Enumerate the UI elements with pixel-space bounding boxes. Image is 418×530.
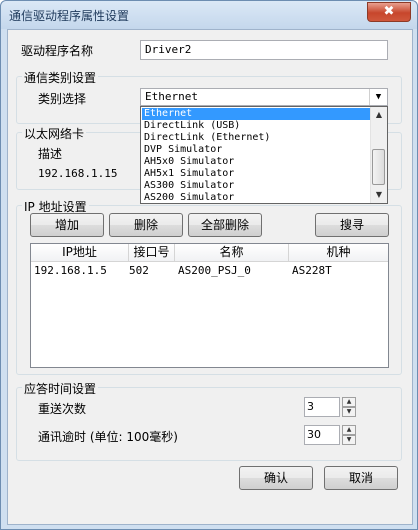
column-header-model[interactable]: 机种	[289, 244, 388, 261]
timeout-increment-button[interactable]: ▲	[342, 425, 356, 435]
chevron-down-icon: ▼	[346, 408, 352, 415]
list-header: IP地址 接口号 名称 机种	[31, 244, 388, 262]
ethernet-ip-text: 192.168.1.15	[38, 167, 118, 180]
search-button[interactable]: 搜寻	[315, 213, 389, 237]
column-header-ip[interactable]: IP地址	[31, 244, 129, 261]
close-icon: ✖	[383, 4, 395, 19]
ethernet-desc-label: 描述	[38, 147, 63, 161]
dropdown-option[interactable]: Ethernet	[142, 108, 373, 120]
comm-type-group-label: 通信类别设置	[22, 69, 99, 86]
scroll-up-button[interactable]: ▲	[371, 107, 387, 123]
title-bar[interactable]: 通信驱动程序属性设置 ✖	[1, 1, 417, 29]
dropdown-option[interactable]: DVP Simulator	[142, 144, 373, 156]
comm-type-selected-value: Ethernet	[145, 90, 198, 103]
table-row[interactable]: 192.168.1.5 502 AS200_PSJ_0 AS228T	[31, 263, 388, 280]
add-button[interactable]: 增加	[30, 213, 104, 237]
dropdown-option[interactable]: DirectLink (Ethernet)	[142, 132, 373, 144]
column-header-name[interactable]: 名称	[175, 244, 289, 261]
retry-increment-button[interactable]: ▲	[342, 397, 356, 407]
ok-button[interactable]: 确认	[239, 466, 313, 490]
delete-button[interactable]: 删除	[109, 213, 183, 237]
window-title: 通信驱动程序属性设置	[9, 9, 130, 23]
table-cell-ip: 192.168.1.5	[34, 264, 107, 277]
chevron-up-icon: ▲	[346, 398, 352, 405]
retry-decrement-button[interactable]: ▼	[342, 407, 356, 417]
timeout-stepper[interactable]: 30 ▲ ▼	[304, 425, 358, 445]
dropdown-option[interactable]: AH5x0 Simulator	[142, 156, 373, 168]
driver-name-label: 驱动程序名称	[21, 44, 94, 58]
ethernet-card-group-label: 以太网络卡	[22, 125, 87, 142]
scrollbar-thumb[interactable]	[372, 149, 385, 185]
dialog-window: 通信驱动程序属性设置 ✖ 驱动程序名称 Driver2 通信类别设置 类别选择 …	[0, 0, 418, 530]
dropdown-option[interactable]: AH5x1 Simulator	[142, 168, 373, 180]
delete-all-button[interactable]: 全部删除	[188, 213, 262, 237]
timeout-input[interactable]: 30	[304, 425, 340, 445]
comm-type-select-label: 类别选择	[38, 92, 87, 106]
dropdown-scrollbar[interactable]: ▲ ▼	[370, 107, 387, 203]
retry-count-stepper[interactable]: 3 ▲ ▼	[304, 397, 358, 417]
close-button[interactable]: ✖	[367, 2, 411, 22]
retry-count-input[interactable]: 3	[304, 397, 340, 417]
dropdown-option[interactable]: DirectLink (USB)	[142, 120, 373, 132]
dialog-client-area: 驱动程序名称 Driver2 通信类别设置 类别选择 Ethernet ▼ 以太…	[7, 29, 413, 525]
scroll-down-button[interactable]: ▼	[371, 187, 387, 203]
retry-count-label: 重送次数	[38, 402, 87, 416]
combo-dropdown-button[interactable]: ▼	[369, 89, 387, 105]
table-cell-model: AS228T	[292, 264, 332, 277]
column-header-port[interactable]: 接口号	[129, 244, 175, 261]
response-time-group-label: 应答时间设置	[22, 380, 99, 397]
timeout-label: 通讯逾时 (单位: 100毫秒)	[38, 430, 178, 444]
comm-type-select[interactable]: Ethernet ▼	[140, 88, 388, 106]
chevron-down-icon: ▼	[375, 92, 382, 102]
table-cell-port: 502	[129, 264, 149, 277]
comm-type-dropdown-list[interactable]: Ethernet DirectLink (USB) DirectLink (Et…	[140, 106, 388, 204]
chevron-up-icon: ▲	[375, 110, 383, 119]
table-cell-name: AS200_PSJ_0	[178, 264, 251, 277]
chevron-down-icon: ▼	[375, 190, 383, 199]
dropdown-option[interactable]: AS200 Simulator	[142, 192, 373, 203]
driver-name-input[interactable]: Driver2	[140, 40, 388, 60]
timeout-decrement-button[interactable]: ▼	[342, 435, 356, 445]
dropdown-option[interactable]: AS300 Simulator	[142, 180, 373, 192]
chevron-down-icon: ▼	[346, 436, 352, 443]
cancel-button[interactable]: 取消	[324, 466, 398, 490]
chevron-up-icon: ▲	[346, 426, 352, 433]
ip-address-list[interactable]: IP地址 接口号 名称 机种 192.168.1.5 502 AS200_PSJ…	[30, 243, 389, 368]
